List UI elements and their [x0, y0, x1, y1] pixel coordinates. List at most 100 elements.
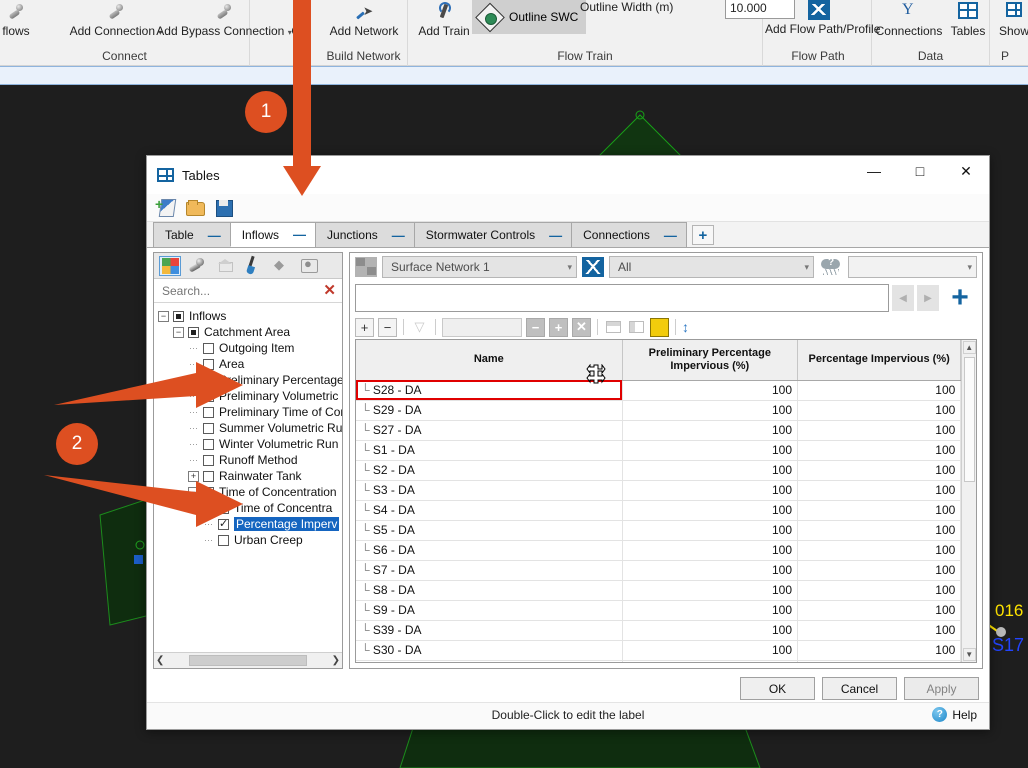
column-header-name[interactable]: Name: [356, 340, 623, 381]
cell-preliminary-percentage-impervious[interactable]: 100: [622, 500, 799, 521]
tree-item[interactable]: ⋯ Time of Concentra: [154, 500, 342, 516]
cell-percentage-impervious[interactable]: 100: [797, 580, 962, 601]
cell-percentage-impervious[interactable]: 100: [797, 460, 962, 481]
tab-close-dash-icon[interactable]: —: [664, 229, 677, 242]
scroll-down-icon[interactable]: ▼: [962, 648, 976, 661]
tree-item-checkbox[interactable]: [203, 438, 214, 450]
cell-percentage-impervious[interactable]: 100: [797, 560, 962, 581]
field-tree[interactable]: − Inflows − Catchment Area ⋯ Outgoing Item ⋯ Ar…: [154, 303, 342, 652]
scroll-left-icon[interactable]: ❮: [156, 655, 164, 666]
scroll-right-icon[interactable]: ❯: [332, 655, 340, 666]
cell-name[interactable]: └ S27 - DA: [356, 420, 623, 441]
collapse-button[interactable]: −: [526, 317, 545, 337]
collapse-icon[interactable]: −: [173, 326, 184, 338]
cell-name[interactable]: └ S6 - DA: [356, 540, 623, 561]
cell-preliminary-percentage-impervious[interactable]: 100: [622, 420, 799, 441]
column-header-prelim-percentage-impervious[interactable]: Preliminary Percentage Impervious (%): [622, 340, 799, 381]
tree-item-checkbox[interactable]: [203, 454, 214, 466]
cell-name[interactable]: └ S8 - DA: [356, 580, 623, 601]
tab-inflows[interactable]: Inflows —: [229, 222, 317, 247]
tree-item[interactable]: − Inflows: [154, 308, 342, 324]
scroll-up-icon[interactable]: ▲: [962, 341, 976, 354]
table-row[interactable]: └ S6 - DA 100 100: [356, 540, 962, 561]
tree-item[interactable]: + Rainwater Tank: [154, 468, 342, 484]
table-row[interactable]: └ S5 - DA 100 100: [356, 520, 962, 541]
ribbon-item-show[interactable]: Show: [990, 2, 1028, 38]
tab-connections[interactable]: Connections —: [571, 222, 687, 247]
tab-close-dash-icon[interactable]: —: [293, 228, 306, 241]
cell-preliminary-percentage-impervious[interactable]: 100: [622, 540, 799, 561]
ok-button[interactable]: OK: [740, 677, 815, 700]
ribbon-item-connections[interactable]: Connections: [872, 0, 946, 38]
cell-preliminary-percentage-impervious[interactable]: 100: [622, 400, 799, 421]
cell-name[interactable]: └ S1 - DA: [356, 440, 623, 461]
cell-name[interactable]: └ S2 - DA: [356, 460, 623, 481]
collapse-icon[interactable]: −: [158, 310, 169, 322]
tree-item-checkbox[interactable]: [218, 502, 229, 514]
table-row[interactable]: └ S1 - DA 100 100: [356, 440, 962, 461]
tree-item[interactable]: ⋯ Runoff Method: [154, 452, 342, 468]
table-row[interactable]: └ S30 - DA 100 100: [356, 640, 962, 661]
cell-name[interactable]: └ S31 - DA: [356, 660, 623, 662]
clear-filter-button[interactable]: ✕: [572, 317, 591, 337]
table-row[interactable]: └ S8 - DA 100 100: [356, 580, 962, 601]
cell-name[interactable]: └ S39 - DA: [356, 620, 623, 641]
tree-item[interactable]: ⋯ Winter Volumetric Run: [154, 436, 342, 452]
cell-preliminary-percentage-impervious[interactable]: 100: [622, 600, 799, 621]
app-colors-icon[interactable]: [159, 255, 181, 276]
ribbon-item-tables[interactable]: Tables: [946, 2, 990, 38]
cell-name[interactable]: └ S5 - DA: [356, 520, 623, 541]
tree-item-checkbox[interactable]: [203, 373, 214, 386]
rainfall-cloud-icon[interactable]: [819, 257, 843, 277]
open-table-icon[interactable]: [185, 198, 205, 218]
table-row[interactable]: └ S9 - DA 100 100: [356, 600, 962, 621]
cell-preliminary-percentage-impervious[interactable]: 100: [622, 440, 799, 461]
cell-percentage-impervious[interactable]: 100: [797, 540, 962, 561]
table-row[interactable]: └ S4 - DA 100 100: [356, 500, 962, 521]
help-button[interactable]: ? Help: [932, 707, 977, 722]
scroll-thumb[interactable]: [963, 357, 975, 482]
house-icon[interactable]: [215, 256, 237, 276]
expand-button[interactable]: +: [549, 317, 568, 337]
tree-item[interactable]: ⋯ Percentage Imperv: [154, 516, 342, 532]
tree-item-checkbox[interactable]: [203, 342, 214, 354]
cell-percentage-impervious[interactable]: 100: [797, 420, 962, 441]
ribbon-item-add-train[interactable]: Add Train: [412, 2, 476, 38]
scroll-thumb[interactable]: [189, 655, 307, 666]
cell-preliminary-percentage-impervious[interactable]: 100: [622, 660, 799, 662]
table-row[interactable]: └ S2 - DA 100 100: [356, 460, 962, 481]
cell-percentage-impervious[interactable]: 100: [797, 500, 962, 521]
layers-icon[interactable]: [271, 256, 293, 276]
cell-name[interactable]: └ S3 - DA: [356, 480, 623, 501]
ribbon-item-inflows[interactable]: flows: [0, 2, 46, 38]
tree-item[interactable]: ⋯ Preliminary Percentage: [154, 372, 342, 388]
tree-horizontal-scrollbar[interactable]: ❮ ❯: [154, 652, 342, 668]
table-row[interactable]: └ S39 - DA 100 100: [356, 620, 962, 641]
cell-preliminary-percentage-impervious[interactable]: 100: [622, 460, 799, 481]
cell-percentage-impervious[interactable]: 100: [797, 640, 962, 661]
table-row[interactable]: └ S29 - DA 100 100: [356, 400, 962, 421]
tree-item-checkbox[interactable]: [173, 310, 184, 322]
add-row-button[interactable]: +: [942, 283, 978, 313]
ribbon-item-add-flow-path[interactable]: Add Flow Path/Profile: [765, 0, 880, 36]
minimize-button[interactable]: —: [851, 156, 897, 186]
add-button[interactable]: +: [355, 317, 374, 337]
cell-percentage-impervious[interactable]: 100: [797, 400, 962, 421]
tree-item-checkbox[interactable]: [203, 406, 214, 418]
cell-name[interactable]: └ S29 - DA: [356, 400, 623, 421]
columns-icon[interactable]: [627, 318, 646, 337]
cell-percentage-impervious[interactable]: 100: [797, 380, 962, 401]
tree-item-checkbox[interactable]: [203, 390, 214, 402]
tree-item-checkbox[interactable]: [203, 486, 214, 498]
tab-junctions[interactable]: Junctions —: [315, 222, 415, 247]
tree-item-checkbox[interactable]: [203, 422, 214, 434]
cell-name[interactable]: └ S30 - DA: [356, 640, 623, 661]
tree-item[interactable]: ⋯ Preliminary Volumetric: [154, 388, 342, 404]
remove-button[interactable]: −: [378, 317, 397, 337]
filter-value-input[interactable]: [442, 317, 522, 337]
data-grid[interactable]: Name Preliminary Percentage Impervious (…: [356, 340, 962, 662]
column-header-percentage-impervious[interactable]: Percentage Impervious (%): [797, 340, 962, 381]
cell-name[interactable]: └ S28 - DA: [356, 380, 623, 401]
cell-preliminary-percentage-impervious[interactable]: 100: [622, 640, 799, 661]
cancel-button[interactable]: Cancel: [822, 677, 897, 700]
